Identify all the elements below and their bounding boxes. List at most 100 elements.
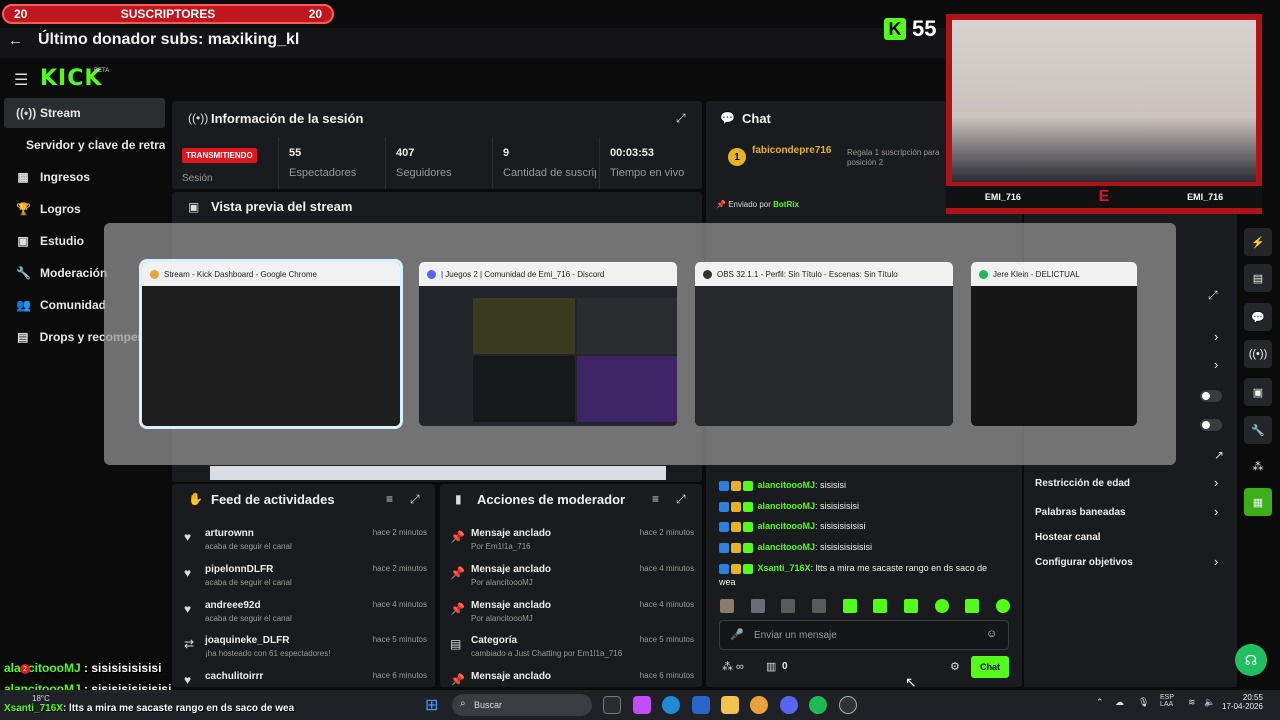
pinned-label: Enviado por [728,200,771,209]
taskbar-clock[interactable]: 20:55 17-04-2026 [1222,693,1263,711]
notes-icon[interactable]: ▤ [1244,264,1272,292]
chat-user[interactable]: alancitoooMJ [758,521,816,531]
sidebar-item-revenue[interactable]: ▦ Ingresos [4,162,165,192]
revenue-icon: ▦ [17,170,29,184]
feed-name[interactable]: arturownn [205,528,254,539]
task-view-icon[interactable] [603,696,621,714]
microphone-icon[interactable]: 🎙 [1138,697,1149,708]
gift-count-badge: 1 [728,148,746,166]
copilot-icon[interactable] [633,696,651,714]
feed-name[interactable]: joaquineke_DLFR [205,635,289,646]
emote-icon[interactable] [811,599,826,613]
expand-icon[interactable]: ⤢ [676,492,686,507]
window-card-spotify[interactable]: Jere Klein - DELICTUAL [971,262,1137,426]
lightning-icon[interactable]: ⚡ [1244,228,1272,256]
emote-icon[interactable] [965,599,980,613]
feed-name[interactable]: andreee92d [205,600,261,611]
window-card-obs[interactable]: OBS 32.1.1 - Perfil: Sin Título - Escena… [695,262,953,426]
filter-icon[interactable]: ≡ [652,492,659,506]
stat-live-time: 00:03:53 Tiempo en vivo [599,137,684,189]
hamburger-menu-icon[interactable]: ☰ [14,70,28,90]
chat-user[interactable]: alancitoooMJ [758,501,816,511]
microphone-icon[interactable]: 🎤 [730,628,744,641]
cloud-icon[interactable]: ☁ [1115,697,1124,708]
expand-icon[interactable]: ⤢ [410,492,420,507]
tray-chevron-icon[interactable]: ⌃ [1096,697,1104,708]
feed-name[interactable]: pipelonnDLFR [205,564,273,575]
sidebar-item-stream-key[interactable]: Servidor y clave de retransmisión [4,130,165,160]
setting-age-restriction[interactable]: Restricción de edad [1035,478,1130,489]
gear-icon[interactable]: ⚙ [950,660,960,673]
chevron-right-icon[interactable]: › [1214,554,1218,569]
chat-user[interactable]: alancitoooMJ [758,542,816,552]
sidebar-item-achievements[interactable]: 🏆 Logros [4,194,165,224]
feed-name[interactable]: cachulitoirrr [205,671,263,682]
emote-icon[interactable] [934,599,949,613]
feed-row: ♥ arturownn acaba de seguir el canal hac… [172,528,435,562]
webcam-feed [952,20,1256,182]
filter-icon[interactable]: ≡ [386,492,393,506]
chevron-right-icon[interactable]: › [1214,357,1218,372]
cam-name-right: EMI_716 [1187,192,1224,202]
window-thumbnail [971,286,1137,426]
support-headset-icon[interactable]: ☊ [1235,644,1267,676]
spotify-icon[interactable] [809,696,827,714]
chevron-right-icon[interactable]: › [1214,475,1218,490]
folder-icon[interactable] [721,696,739,714]
window-card-discord[interactable]: | Juegos 2 | Comunidad de Emi_716 - Disc… [419,262,677,426]
chevron-right-icon[interactable]: › [1214,329,1218,344]
gift-user[interactable]: fabicondepre716 [752,145,831,156]
wrench-icon[interactable]: 🔧 [1244,416,1272,444]
setting-goals[interactable]: Configurar objetivos [1035,557,1133,568]
setting-toggle[interactable] [1200,419,1222,431]
stat-value: 55 [289,147,302,159]
setting-banned-words[interactable]: Palabras baneadas [1035,507,1126,518]
emoji-icon[interactable]: ☺ [986,628,997,640]
chrome-icon[interactable] [750,696,768,714]
mod-action: Mensaje anclado [471,671,552,682]
setting-host-channel[interactable]: Hostear canal [1035,532,1101,543]
layout-icon[interactable]: ▣ [1244,378,1272,406]
emote-icon[interactable] [842,599,857,613]
emote-icon[interactable] [750,599,765,613]
points-icon[interactable]: ⁂ [1244,452,1272,480]
spotify-icon [979,269,988,279]
obs-icon[interactable] [839,696,857,714]
store-icon[interactable]: ▥ [766,660,776,673]
emote-icon[interactable] [720,599,734,613]
points-icon[interactable]: ⁂ ∞ [722,660,744,673]
windows-start-icon[interactable]: ⊞ [425,695,443,714]
chevron-right-icon[interactable]: › [1214,504,1218,519]
emote-icon[interactable] [873,599,888,613]
emote-icon[interactable] [995,599,1010,613]
volume-icon[interactable]: 🔈 [1204,697,1215,708]
edge-icon[interactable] [662,696,680,714]
weather-temp[interactable]: 18°C [32,694,50,703]
emote-icon[interactable] [903,599,918,613]
app-icon[interactable]: ▦ [1244,488,1272,516]
external-link-icon[interactable]: ↗ [1214,448,1224,462]
taskbar-search[interactable]: Buscar [452,694,592,716]
broadcast-icon[interactable]: ((•)) [1244,340,1272,368]
window-title: | Juegos 2 | Comunidad de Emi_716 - Disc… [441,269,605,279]
chat-user[interactable]: alancitoooMJ [758,480,816,490]
chat-user[interactable]: Xsanti_716X [758,563,811,573]
expand-icon[interactable]: ⤢ [1208,288,1218,303]
feed-time: hace 4 minutos [372,600,427,609]
sidebar-item-stream[interactable]: ((•)) Stream [4,98,165,128]
store-icon[interactable] [692,696,710,714]
back-arrow-icon[interactable]: ← [8,32,24,49]
chat-icon[interactable]: 💬 [1244,303,1272,331]
setting-toggle[interactable] [1200,390,1222,402]
emote-icon[interactable] [781,599,796,613]
language-indicator[interactable]: ESP LAA [1160,694,1174,708]
subs-count-right: 20 [308,7,322,21]
window-card-chrome[interactable]: Stream - Kick Dashboard - Google Chrome [139,259,403,429]
mod-row: 📌 Mensaje anclado Por alancitoooMJ hace … [438,600,702,634]
chat-input[interactable]: Enviar un mensaje [719,620,1009,650]
discord-icon[interactable] [780,696,798,714]
chat-send-button[interactable]: Chat [971,656,1009,678]
wifi-icon[interactable]: ≋ [1188,697,1196,708]
viewer-count: 55 [912,16,937,41]
expand-icon[interactable]: ⤢ [676,111,686,126]
